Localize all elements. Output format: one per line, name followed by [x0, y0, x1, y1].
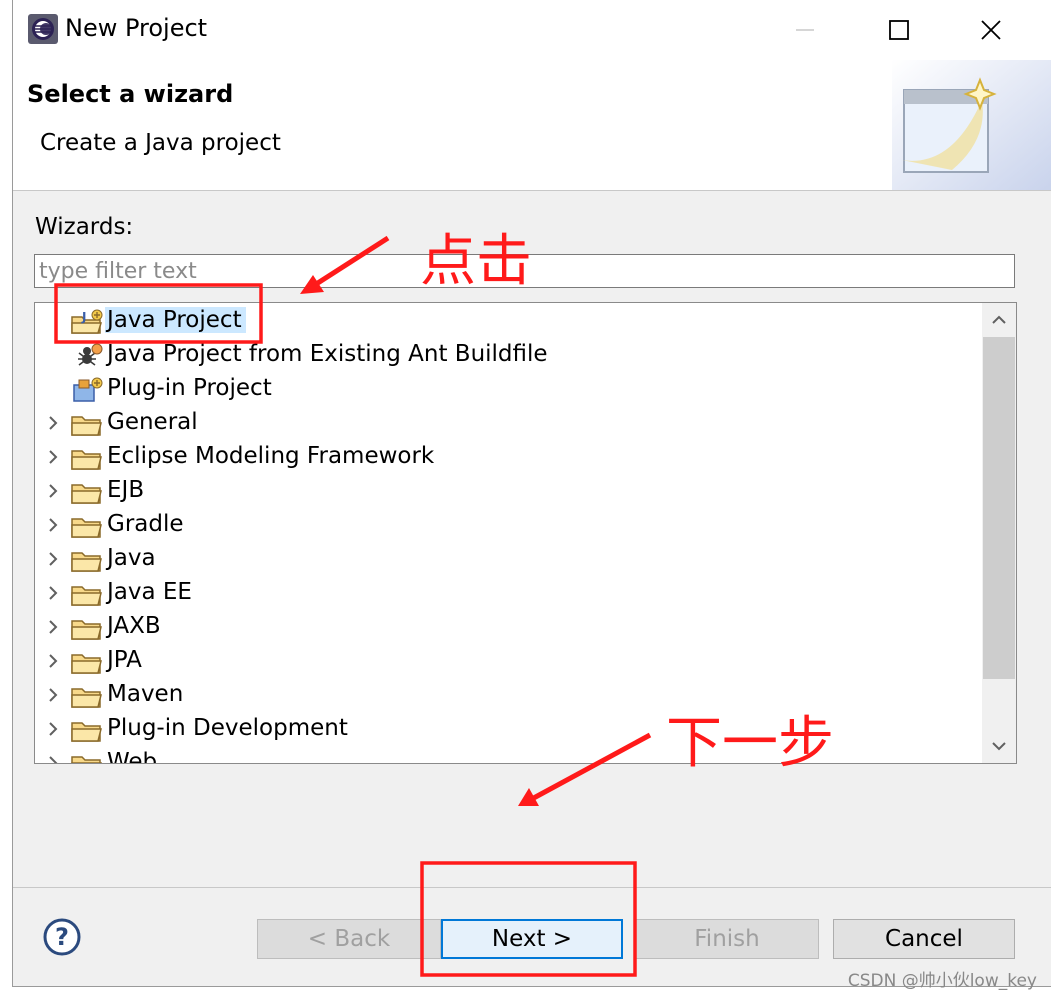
annotation-arrow-click	[308, 235, 390, 291]
annotation-box-next	[420, 861, 637, 977]
annotation-arrow-next	[528, 732, 652, 803]
annotation-click-text: 点击	[420, 229, 532, 294]
watermark: CSDN @帅小伙low_key	[847, 971, 1037, 991]
annotation-arrowhead-click	[300, 275, 324, 294]
annotation-next-step-text: 下一步	[666, 711, 834, 776]
annotation-box-java-project	[54, 283, 263, 344]
annotation-layer	[54, 235, 652, 977]
